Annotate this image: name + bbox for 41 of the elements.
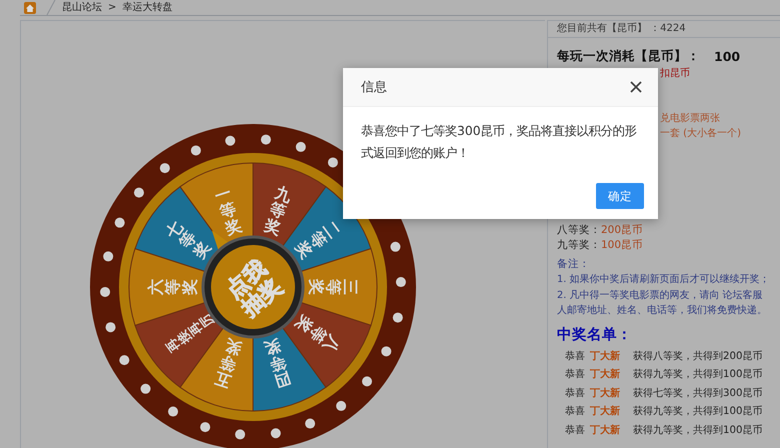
dialog-message: 恭喜您中了七等奖300昆币，奖品将直接以积分的形式返回到您的账户！: [360, 122, 638, 162]
cost-label: 每玩一次消耗【昆币】：: [557, 48, 700, 64]
winner-name: 丁大新: [590, 404, 621, 418]
prize-name: 八等奖：: [557, 223, 601, 238]
winner-result: 获得九等奖，共得到100昆币: [633, 404, 762, 418]
winner-prefix: 恭喜: [565, 404, 586, 418]
notes-title: 备注：: [557, 257, 591, 272]
rule-text: 一套 (大小各一个): [660, 126, 741, 141]
home-icon[interactable]: [24, 2, 36, 14]
winner-name: 丁大新: [590, 423, 621, 437]
winner-name: 丁大新: [590, 349, 621, 363]
rule-text: 兑电影票两张: [660, 112, 720, 126]
segment-label: 六等奖: [146, 279, 199, 295]
note-text: 1. 如果你中奖后请刷新页面后才可以继续开奖；: [557, 272, 770, 287]
rule-text: 扣昆币: [660, 66, 690, 81]
winner-name: 丁大新: [590, 367, 621, 382]
winner-prefix: 恭喜: [565, 350, 586, 363]
cost-value: 100: [714, 48, 740, 64]
dialog-title: 信息: [361, 79, 387, 96]
segment-label: 四等奖: [262, 336, 294, 392]
winner-prefix: 恭喜: [565, 424, 586, 437]
winner-prefix: 恭喜: [565, 368, 586, 382]
winner-result: 获得九等奖，共得到100昆币: [633, 368, 762, 382]
winners-title: 中奖名单：: [557, 326, 633, 344]
winner-result: 获得九等奖，共得到100昆币: [633, 424, 762, 437]
winner-name: 丁大新: [590, 386, 621, 400]
note-text: 人邮寄地址、姓名、电话等，我们将免费快递。: [557, 304, 768, 318]
note-text: 2. 凡中得一等奖电影票的网友，请向 论坛客服: [557, 288, 764, 302]
breadcrumb-link[interactable]: 昆山论坛: [62, 0, 102, 14]
segment-label: 三等奖: [307, 279, 360, 295]
balance-text: 您目前共有【昆币】 ：4224: [548, 21, 780, 38]
winner-result: 获得八等奖，共得到200昆币: [633, 350, 762, 363]
prize-name: 九等奖：: [557, 238, 601, 253]
breadcrumb-separator: >: [108, 0, 116, 14]
prize-value: 200昆币: [601, 223, 644, 238]
winner-result: 获得七等奖，共得到300昆币: [633, 386, 762, 400]
winner-prefix: 恭喜: [565, 386, 586, 400]
close-icon: [628, 79, 644, 95]
close-button[interactable]: [628, 79, 644, 95]
breadcrumb-link[interactable]: 幸运大转盘: [122, 0, 172, 14]
prize-value: 100昆币: [601, 238, 644, 253]
